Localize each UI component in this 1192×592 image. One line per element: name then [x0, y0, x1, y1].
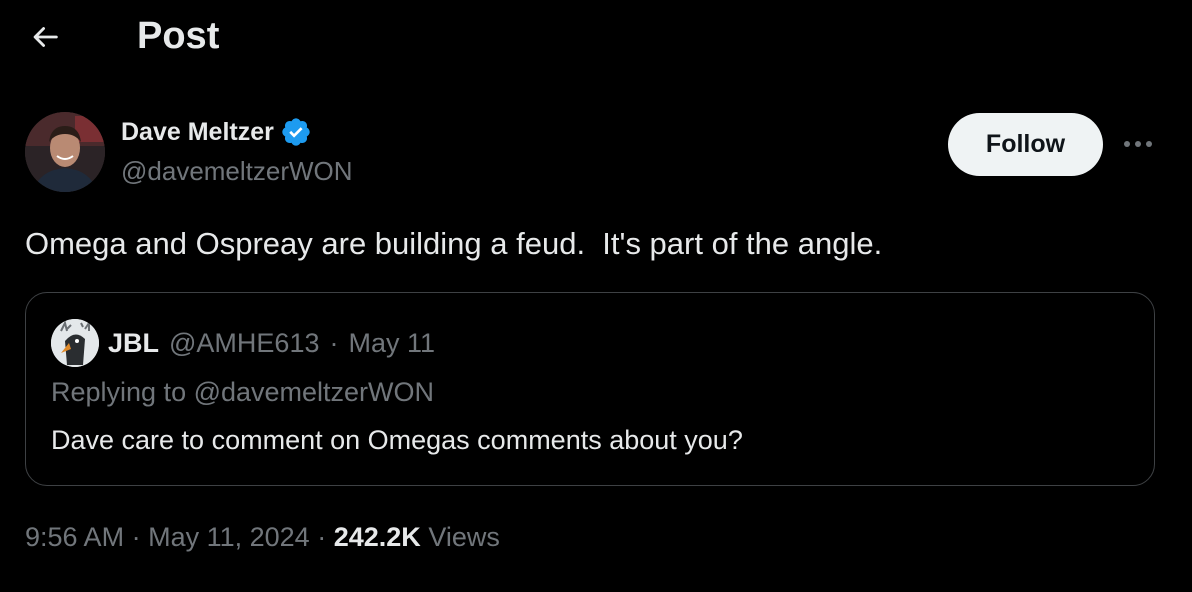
- views-label: Views: [428, 522, 500, 552]
- author-handle[interactable]: @davemeltzerWON: [121, 156, 353, 187]
- quoted-post-header: JBL @AMHE613 · May 11: [108, 325, 435, 361]
- post-text: Omega and Ospreay are building a feud. I…: [25, 226, 883, 261]
- verified-badge-icon: [282, 118, 310, 146]
- avatar-image: [25, 112, 105, 192]
- meta-separator: ·: [131, 522, 141, 552]
- quoted-author-handle: @AMHE613: [169, 327, 320, 358]
- author-display-name[interactable]: Dave Meltzer: [121, 118, 274, 147]
- top-bar: Post: [0, 0, 1192, 72]
- views-count: 242.2K: [333, 522, 421, 552]
- quoted-date: May 11: [348, 327, 436, 358]
- quoted-replying-to: Replying to @davemeltzerWON: [51, 377, 435, 407]
- author-name-row: Dave Meltzer: [121, 114, 312, 150]
- author-avatar[interactable]: [25, 112, 105, 192]
- quoted-author-avatar: [51, 319, 99, 367]
- post-metadata: 9:56 AM · May 11, 2024 · 242.2K Views: [25, 522, 500, 553]
- quoted-author-name: JBL: [108, 327, 160, 358]
- quoted-avatar-image: [51, 319, 99, 367]
- arrow-left-icon: [33, 27, 58, 47]
- post-date[interactable]: May 11, 2024: [148, 522, 310, 553]
- page-title: Post: [137, 15, 220, 57]
- follow-button[interactable]: Follow: [948, 113, 1103, 176]
- quoted-post-text: Dave care to comment on Omegas comments …: [51, 425, 743, 455]
- quoted-post[interactable]: JBL @AMHE613 · May 11 Replying to @davem…: [25, 292, 1155, 486]
- more-horizontal-icon: [1124, 141, 1152, 147]
- post-time[interactable]: 9:56 AM: [25, 522, 124, 553]
- meta-separator: ·: [317, 522, 327, 552]
- quoted-separator: ·: [329, 327, 339, 358]
- more-options-button[interactable]: [1118, 128, 1158, 160]
- back-button[interactable]: [22, 14, 68, 60]
